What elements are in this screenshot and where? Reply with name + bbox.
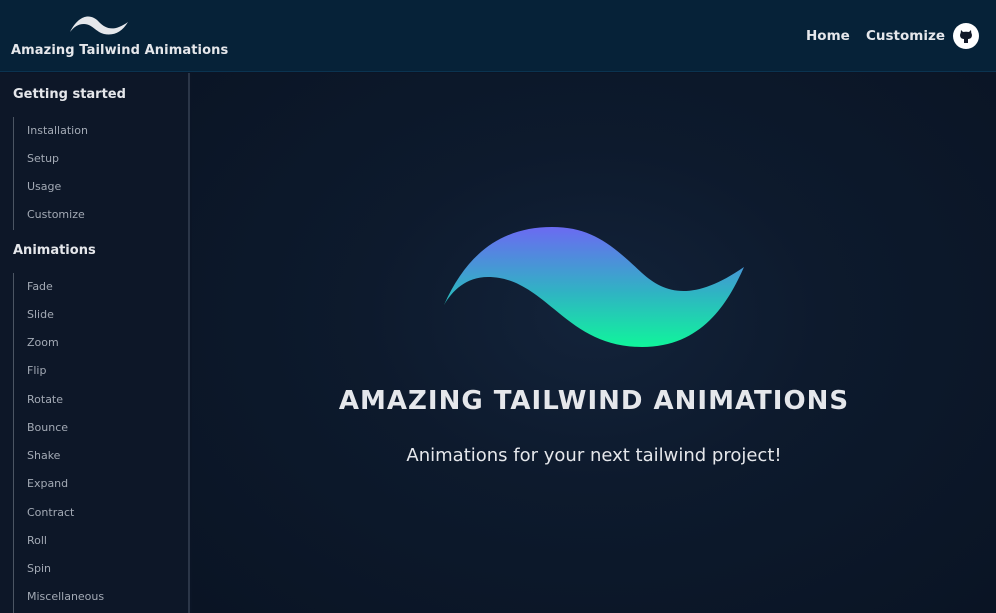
tailwind-logo-icon	[70, 16, 128, 35]
top-navbar: Amazing Tailwind Animations Home Customi…	[0, 0, 996, 72]
sidebar-section-list: Installation Setup Usage Customize	[13, 117, 183, 230]
main-content: AMAZING TAILWIND ANIMATIONS Animations f…	[192, 73, 996, 613]
sidebar-item-bounce[interactable]: Bounce	[27, 421, 68, 434]
sidebar-item-contract[interactable]: Contract	[27, 506, 74, 519]
sidebar-item-fade[interactable]: Fade	[27, 280, 53, 293]
sidebar-item-rotate[interactable]: Rotate	[27, 393, 63, 406]
sidebar-item-customize[interactable]: Customize	[27, 208, 85, 221]
brand[interactable]: Amazing Tailwind Animations	[0, 0, 228, 72]
sidebar-section-title: Getting started	[13, 87, 126, 102]
tailwind-wave-logo-icon	[444, 227, 744, 347]
nav-home-link[interactable]: Home	[806, 28, 850, 44]
sidebar-item-usage[interactable]: Usage	[27, 180, 61, 193]
sidebar-item-setup[interactable]: Setup	[27, 152, 59, 165]
sidebar-item-miscellaneous[interactable]: Miscellaneous	[27, 590, 104, 603]
sidebar-item-shake[interactable]: Shake	[27, 449, 60, 462]
sidebar-item-expand[interactable]: Expand	[27, 477, 68, 490]
sidebar-item-spin[interactable]: Spin	[27, 562, 51, 575]
sidebar-item-slide[interactable]: Slide	[27, 308, 54, 321]
sidebar-item-flip[interactable]: Flip	[27, 364, 46, 377]
nav-customize-link[interactable]: Customize	[866, 28, 945, 44]
brand-name: Amazing Tailwind Animations	[11, 43, 229, 58]
sidebar-item-roll[interactable]: Roll	[27, 534, 47, 547]
sidebar-item-zoom[interactable]: Zoom	[27, 336, 59, 349]
hero-subtitle: Animations for your next tailwind projec…	[406, 445, 782, 466]
sidebar: Getting started Installation Setup Usage…	[0, 73, 190, 613]
github-icon	[960, 30, 972, 43]
github-button[interactable]	[953, 23, 979, 49]
sidebar-section-title: Animations	[13, 243, 96, 258]
sidebar-section-list: Fade Slide Zoom Flip Rotate Bounce Shake…	[13, 273, 183, 613]
sidebar-item-installation[interactable]: Installation	[27, 124, 88, 137]
hero-title: AMAZING TAILWIND ANIMATIONS	[338, 386, 850, 416]
